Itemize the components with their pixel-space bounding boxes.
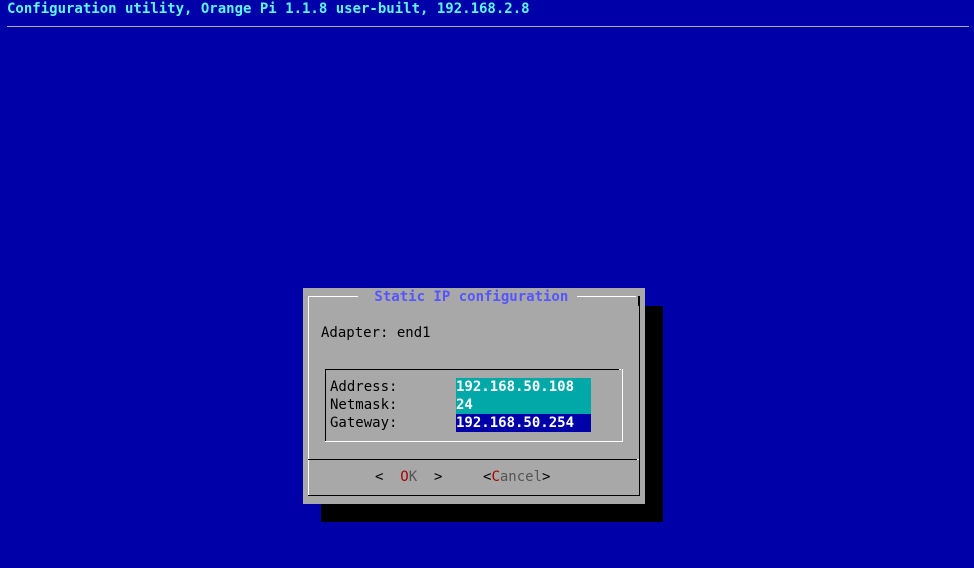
cancel-button[interactable]: <Cancel> <box>483 468 550 486</box>
dialog-frame-right <box>639 296 640 496</box>
button-separator <box>308 459 637 460</box>
dialog-title: Static IP configuration <box>366 288 577 306</box>
ok-button-left-bracket: < <box>375 469 401 485</box>
form-box-top <box>325 369 619 370</box>
address-field[interactable]: 192.168.50.108 <box>456 378 591 396</box>
dialog-frame-bottom <box>308 495 640 496</box>
dialog-frame-left <box>308 296 309 496</box>
address-label: Address: <box>330 379 398 395</box>
backtitle: Configuration utility, Orange Pi 1.1.8 u… <box>7 1 530 17</box>
form-box-bottom <box>325 441 623 442</box>
button-separator-end <box>637 459 639 460</box>
dialog-frame-top-left <box>308 296 358 297</box>
ok-button-label: K <box>408 469 418 485</box>
ok-button-hotkey: O <box>400 469 409 485</box>
backtitle-rule <box>7 26 969 27</box>
gateway-field[interactable]: 192.168.50.254 <box>456 414 591 432</box>
ok-button[interactable]: < OK > <box>375 468 442 486</box>
form-box-left <box>325 369 326 441</box>
form-box-top-corner <box>619 369 621 370</box>
static-ip-dialog: Static IP configuration Adapter: end1 Ad… <box>303 288 645 504</box>
ok-button-right-bracket: > <box>417 469 443 485</box>
cancel-button-label: ancel <box>499 469 543 485</box>
gateway-label: Gateway: <box>330 415 398 431</box>
adapter-label: Adapter: end1 <box>321 325 431 341</box>
cancel-button-right-bracket: > <box>542 469 551 485</box>
dialog-frame-top-right <box>573 296 636 297</box>
netmask-field[interactable]: 24 <box>456 396 591 414</box>
netmask-label: Netmask: <box>330 397 398 413</box>
cancel-button-hotkey: C <box>491 469 500 485</box>
form-box-right <box>622 369 623 441</box>
